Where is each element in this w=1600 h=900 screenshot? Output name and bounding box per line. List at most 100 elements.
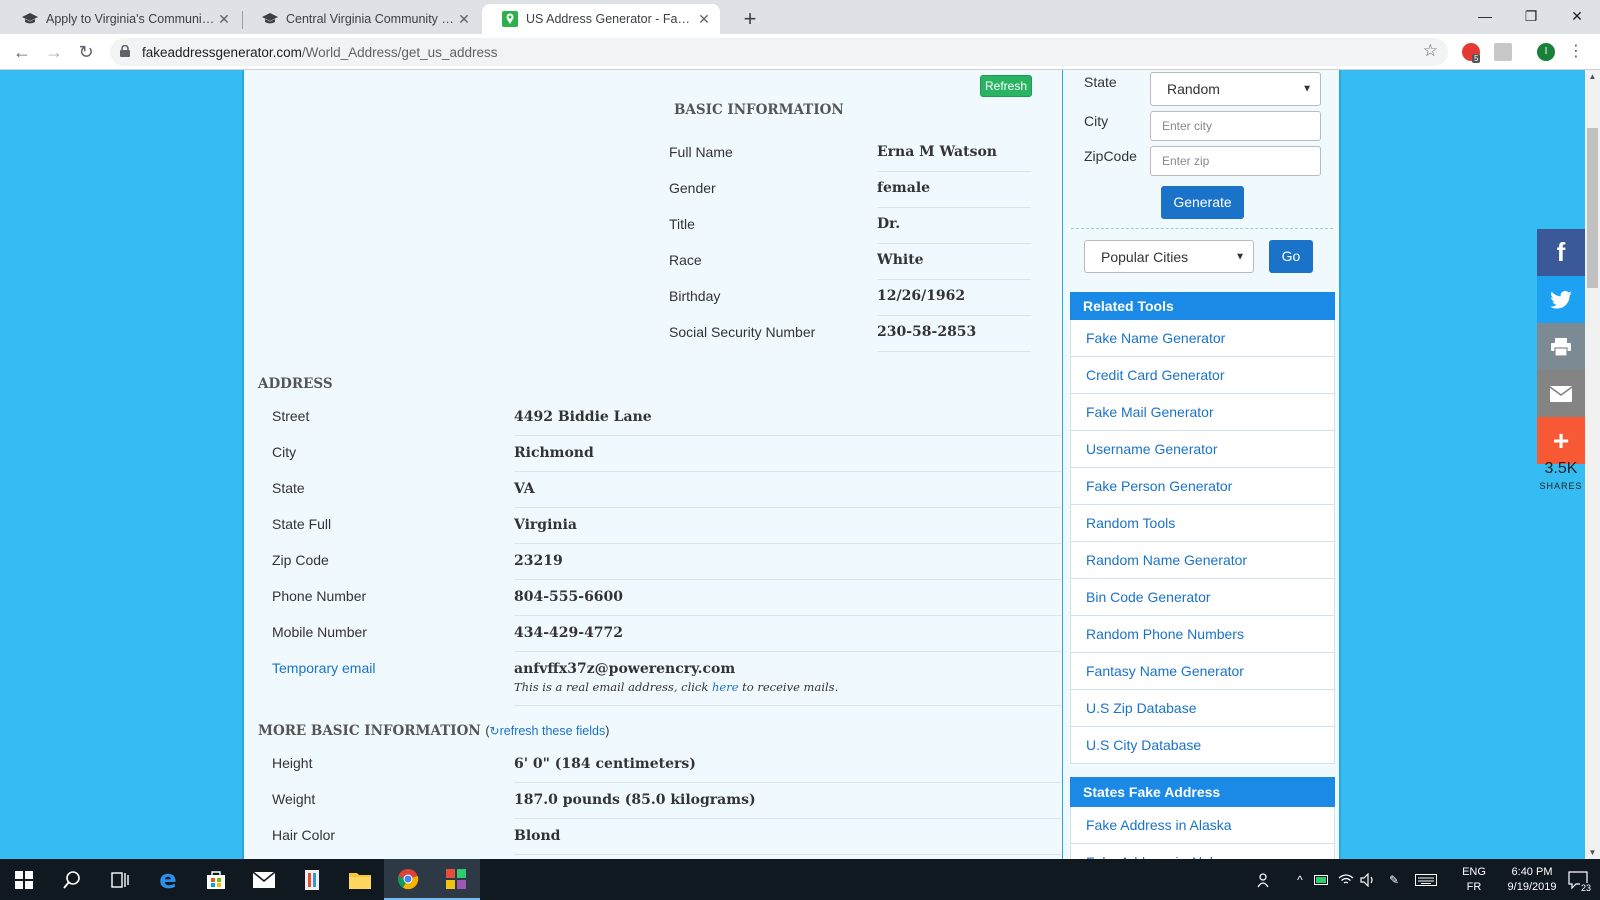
- mail-icon[interactable]: [240, 859, 288, 900]
- back-arrow-icon[interactable]: ←: [8, 38, 36, 66]
- restore-icon[interactable]: ❐: [1508, 2, 1554, 30]
- envelope-icon: [1550, 385, 1572, 402]
- generate-button[interactable]: Generate: [1161, 186, 1244, 219]
- city-label: City: [1084, 113, 1109, 129]
- profile-avatar[interactable]: I: [1537, 43, 1555, 61]
- basic-row: Race White: [669, 244, 1031, 280]
- pen-icon[interactable]: ✎: [1382, 859, 1406, 900]
- address-row: Phone Number 804-555-6600: [244, 580, 1062, 616]
- temporary-email-link[interactable]: Temporary email: [272, 660, 375, 676]
- state-address-link[interactable]: Fake Address in Alaska: [1070, 807, 1335, 844]
- scrollbar-thumb[interactable]: [1587, 128, 1598, 288]
- pdf-extension-icon[interactable]: [1494, 43, 1512, 61]
- field-label: State Full: [272, 516, 332, 532]
- field-value: 4492 Biddie Lane: [514, 400, 1062, 436]
- clock[interactable]: 6:40 PM 9/19/2019: [1496, 859, 1568, 900]
- language-indicator[interactable]: ENG FR: [1454, 859, 1494, 900]
- people-icon[interactable]: [1250, 859, 1280, 900]
- related-tool-link[interactable]: Username Generator: [1070, 431, 1335, 468]
- state-select-value: Random: [1167, 81, 1220, 97]
- state-address-link[interactable]: Fake Address in Alab: [1070, 844, 1335, 859]
- file-explorer-icon[interactable]: [336, 859, 384, 900]
- printer-icon: [1551, 337, 1571, 356]
- minimize-icon[interactable]: —: [1462, 2, 1508, 30]
- related-tool-link[interactable]: Credit Card Generator: [1070, 357, 1335, 394]
- url-path: /World_Address/get_us_address: [301, 44, 498, 60]
- related-tool-link[interactable]: Fake Person Generator: [1070, 468, 1335, 505]
- tab-close-icon[interactable]: ✕: [456, 11, 472, 28]
- dropdown-arrow-icon: ▼: [1235, 251, 1245, 262]
- tab-close-icon[interactable]: ✕: [216, 11, 232, 28]
- related-tool-link[interactable]: Fake Mail Generator: [1070, 394, 1335, 431]
- zipcode-input[interactable]: Enter zip: [1150, 146, 1321, 176]
- address-bar[interactable]: fakeaddressgenerator.com/World_Address/g…: [110, 38, 1448, 66]
- volume-icon[interactable]: [1358, 859, 1378, 900]
- scroll-up-arrow-icon[interactable]: ▲: [1585, 72, 1600, 81]
- new-tab-button[interactable]: +: [738, 6, 762, 32]
- field-value: anfvffx37z@powerencry.com: [514, 652, 1062, 706]
- related-tool-link[interactable]: Random Phone Numbers: [1070, 616, 1335, 653]
- facebook-share-button[interactable]: f: [1537, 229, 1585, 276]
- graduation-cap-icon: [262, 11, 278, 27]
- task-view-icon[interactable]: [96, 859, 144, 900]
- related-tool-link[interactable]: Fake Name Generator: [1070, 320, 1335, 357]
- email-share-button[interactable]: [1537, 370, 1585, 417]
- address-row: Street 4492 Biddie Lane: [244, 400, 1062, 436]
- related-tool-link[interactable]: Random Tools: [1070, 505, 1335, 542]
- state-label: State: [1084, 74, 1117, 90]
- field-label: Gender: [669, 180, 716, 196]
- sidebar: State Random ▼ City Enter city ZipCode E…: [1062, 70, 1339, 859]
- graduation-cap-icon: [22, 11, 38, 27]
- notification-center-icon[interactable]: 23: [1560, 859, 1596, 900]
- wifi-icon[interactable]: [1336, 859, 1356, 900]
- address-row: State Full Virginia: [244, 508, 1062, 544]
- edge-browser-icon[interactable]: e: [144, 859, 192, 900]
- field-label: Street: [272, 408, 310, 424]
- email-here-link[interactable]: here: [712, 680, 739, 694]
- forward-arrow-icon[interactable]: →: [40, 38, 68, 66]
- windows-start-icon[interactable]: [0, 859, 48, 900]
- related-tool-link[interactable]: U.S Zip Database: [1070, 690, 1335, 727]
- more-share-button[interactable]: +: [1537, 417, 1585, 464]
- more-heading-text: MORE BASIC INFORMATION: [258, 723, 481, 739]
- refresh-fields-icon[interactable]: ↻: [490, 724, 500, 738]
- url-text: fakeaddressgenerator.com/World_Address/g…: [142, 45, 497, 60]
- menu-dots-icon[interactable]: ⋮: [1568, 41, 1584, 61]
- refresh-fields-link[interactable]: refresh these fields: [500, 724, 606, 738]
- related-tool-link[interactable]: Bin Code Generator: [1070, 579, 1335, 616]
- related-tool-link[interactable]: Fantasy Name Generator: [1070, 653, 1335, 690]
- field-value: VA: [514, 472, 1062, 508]
- office-icon[interactable]: [288, 859, 336, 900]
- popular-cities-select[interactable]: Popular Cities ▼: [1084, 240, 1254, 273]
- search-icon[interactable]: [48, 859, 96, 900]
- bookmark-star-icon[interactable]: ☆: [1423, 41, 1438, 61]
- related-tool-link[interactable]: Random Name Generator: [1070, 542, 1335, 579]
- battery-icon[interactable]: [1312, 859, 1332, 900]
- field-value: 230-58-2853: [877, 316, 1031, 352]
- address-row-email: Temporary email anfvffx37z@powerencry.co…: [244, 652, 1062, 706]
- field-value: female: [877, 172, 1031, 208]
- vertical-scrollbar[interactable]: ▲ ▼: [1585, 70, 1600, 859]
- twitter-share-button[interactable]: [1537, 276, 1585, 323]
- browser-tab-bar: Apply to Virginia's Community C ✕ Centra…: [0, 0, 1600, 34]
- go-button[interactable]: Go: [1269, 240, 1313, 273]
- chevron-up-icon[interactable]: ^: [1290, 859, 1310, 900]
- close-window-icon[interactable]: ✕: [1554, 2, 1600, 30]
- browser-tab-3-active[interactable]: US Address Generator - Fake Ad ✕: [482, 4, 720, 34]
- tab-close-icon[interactable]: ✕: [696, 11, 712, 28]
- refresh-button[interactable]: Refresh: [980, 75, 1032, 97]
- chrome-icon[interactable]: [384, 859, 432, 900]
- reload-icon[interactable]: ↻: [72, 38, 100, 66]
- divider: [1071, 228, 1333, 229]
- city-input[interactable]: Enter city: [1150, 111, 1321, 141]
- field-value: 6' 0" (184 centimeters): [514, 747, 1062, 783]
- scroll-down-arrow-icon[interactable]: ▼: [1585, 848, 1600, 857]
- app-tiles-icon[interactable]: [432, 859, 480, 900]
- browser-tab-2[interactable]: Central Virginia Community Colle ✕: [242, 4, 480, 34]
- store-icon[interactable]: [192, 859, 240, 900]
- related-tool-link[interactable]: U.S City Database: [1070, 727, 1335, 764]
- state-select[interactable]: Random ▼: [1150, 72, 1321, 106]
- keyboard-icon[interactable]: [1412, 859, 1440, 900]
- print-share-button[interactable]: [1537, 323, 1585, 370]
- browser-tab-1[interactable]: Apply to Virginia's Community C ✕: [2, 4, 240, 34]
